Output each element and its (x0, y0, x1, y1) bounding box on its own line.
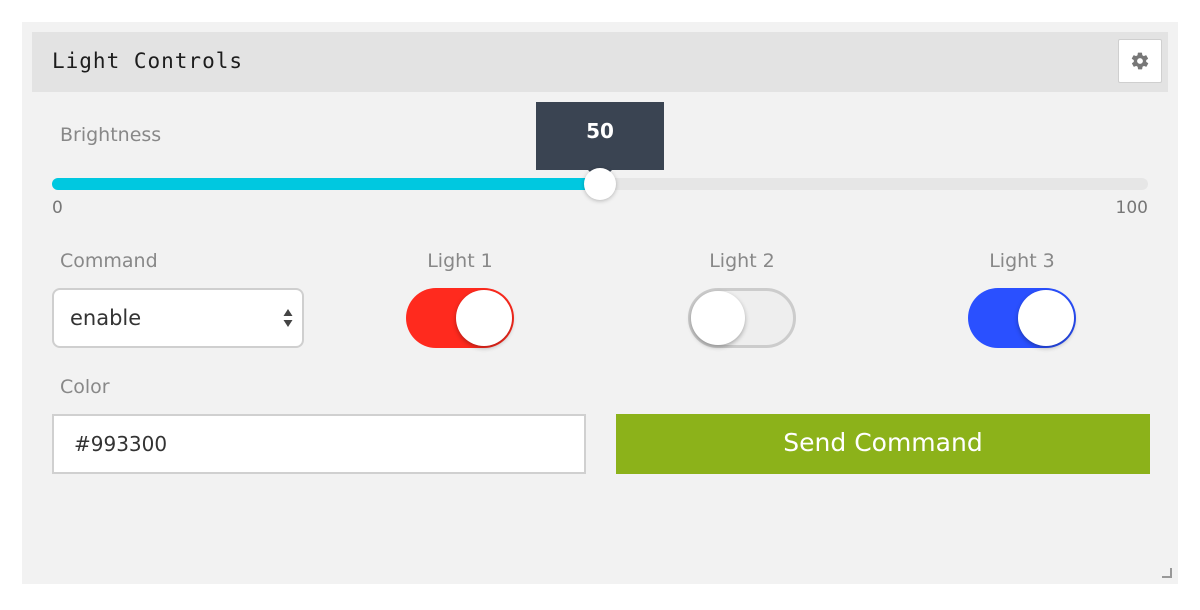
light-controls-panel: Light Controls Brightness 50 0 100 Comma… (22, 22, 1178, 584)
brightness-value-tooltip: 50 (536, 102, 664, 182)
command-select[interactable]: enable (52, 288, 304, 348)
light-1-toggle[interactable] (406, 288, 514, 348)
toggle-knob (691, 291, 745, 345)
brightness-label: Brightness (60, 124, 162, 146)
color-input[interactable] (52, 414, 586, 474)
slider-min-label: 0 (52, 198, 63, 218)
slider-max-label: 100 (1115, 198, 1148, 218)
brightness-value: 50 (586, 119, 614, 143)
light-3-toggle[interactable] (968, 288, 1076, 348)
panel-title: Light Controls (52, 49, 244, 73)
toggle-knob (456, 290, 512, 346)
toggle-knob (1018, 290, 1074, 346)
settings-button[interactable] (1118, 39, 1162, 83)
gear-icon (1131, 52, 1149, 70)
brightness-slider-thumb[interactable] (584, 168, 616, 200)
light-2-toggle[interactable] (688, 288, 796, 348)
command-label: Command (60, 250, 158, 272)
select-arrows-icon (283, 309, 293, 327)
command-selected-value: enable (70, 306, 142, 330)
brightness-slider-fill (52, 178, 600, 190)
send-command-button[interactable]: Send Command (616, 414, 1150, 474)
light-1-label: Light 1 (427, 250, 493, 272)
resize-handle[interactable] (1162, 568, 1172, 578)
light-3-label: Light 3 (989, 250, 1055, 272)
panel-title-bar: Light Controls (32, 32, 1168, 92)
color-label: Color (60, 376, 110, 398)
light-2-label: Light 2 (709, 250, 775, 272)
